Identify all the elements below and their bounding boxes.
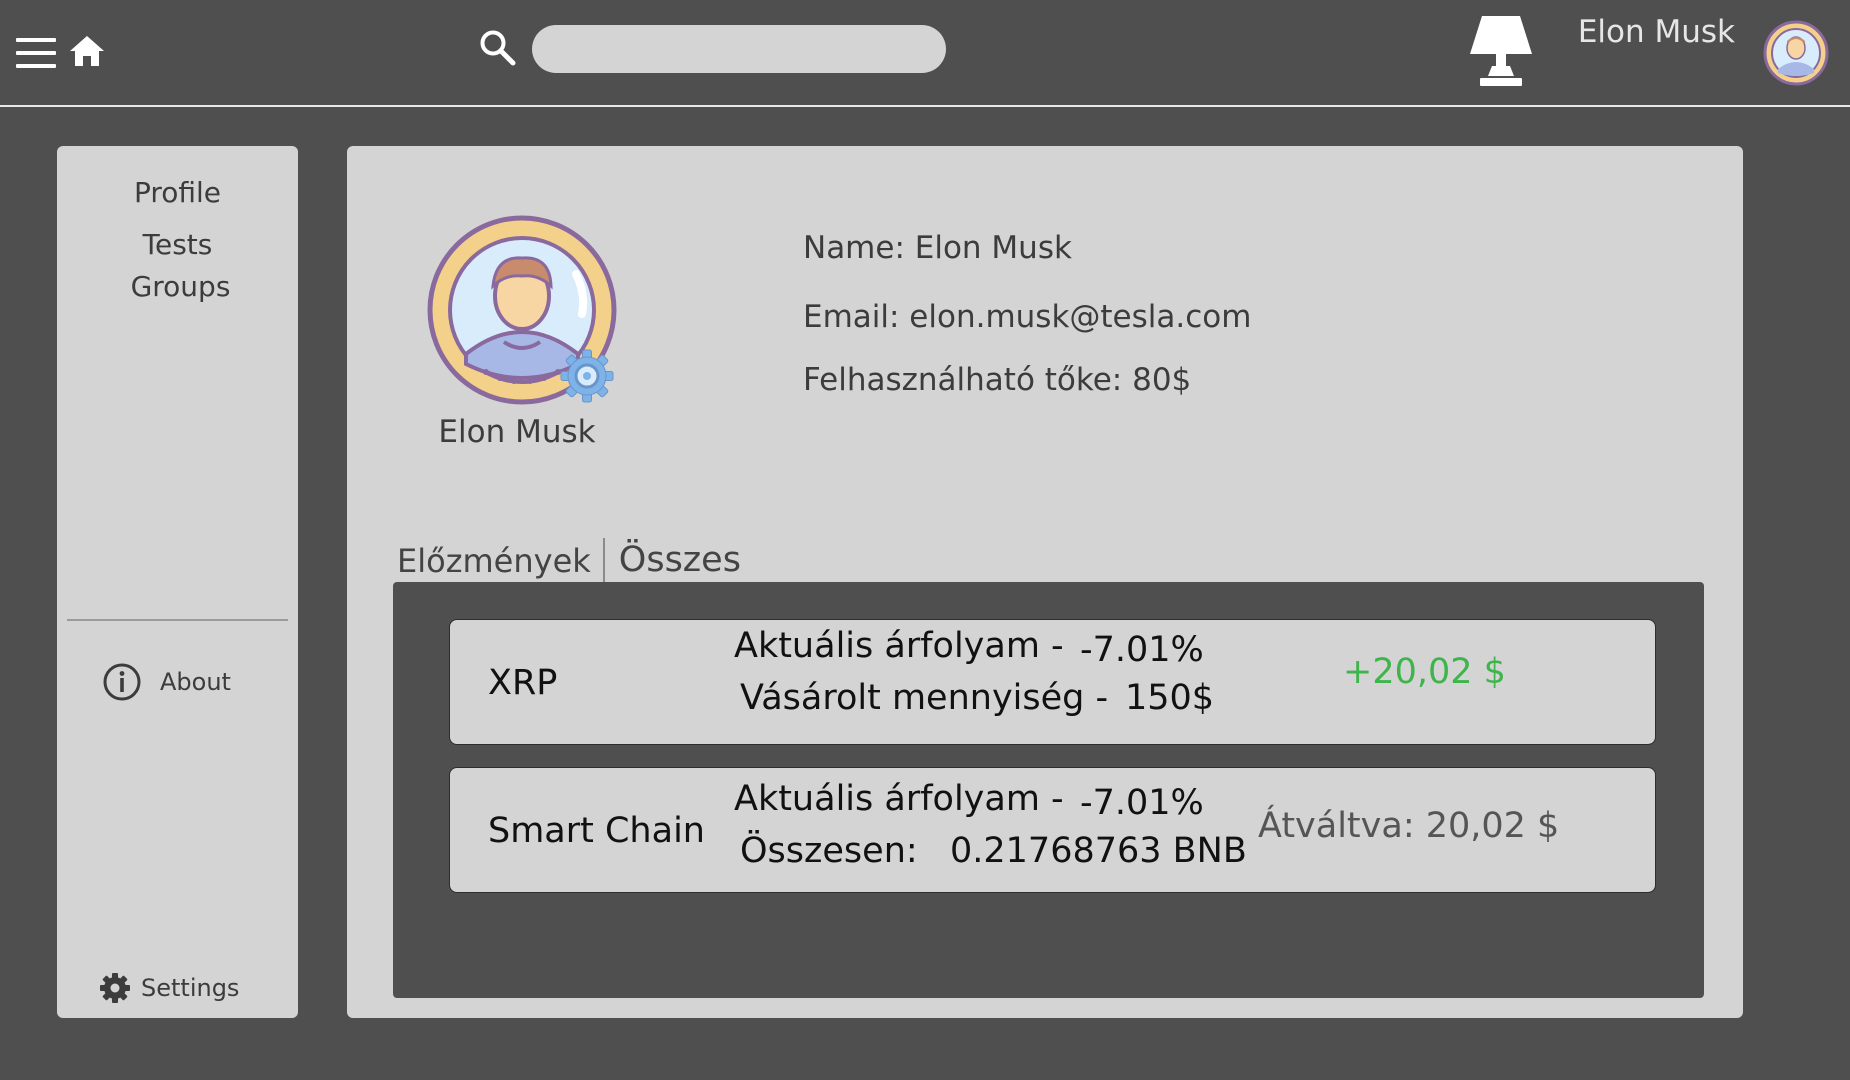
search-input[interactable] [532, 25, 946, 73]
profile-avatar-icon[interactable] [426, 214, 626, 414]
sidebar-item-profile[interactable]: Profile [57, 176, 298, 209]
converted-value: Átváltva: 20,02 $ [1258, 806, 1560, 846]
profit-value: +20,02 $ [1343, 652, 1506, 692]
top-bar: Elon Musk [0, 0, 1850, 106]
lamp-icon[interactable] [1466, 14, 1536, 88]
about-link[interactable]: About [102, 660, 231, 704]
transaction-card-xrp[interactable]: XRP Aktuális árfolyam - -7.01% Vásárolt … [449, 619, 1656, 745]
transaction-list: XRP Aktuális árfolyam - -7.01% Vásárolt … [393, 582, 1704, 998]
amount-value: 150$ [1125, 678, 1215, 718]
home-icon[interactable] [68, 34, 106, 68]
profile-email-line: Email: elon.musk@tesla.com [803, 299, 1252, 335]
search-icon[interactable] [478, 28, 518, 68]
total-value: 0.21768763 BNB [950, 831, 1247, 871]
total-label: Összesen: [740, 831, 918, 871]
sidebar-divider [67, 619, 288, 621]
sidebar-item-groups[interactable]: Groups [60, 270, 301, 303]
rate-label: Aktuális árfolyam - [734, 626, 1064, 666]
top-bar-divider [0, 105, 1850, 107]
tab-all[interactable]: Összes [619, 540, 741, 582]
asset-name: Smart Chain [488, 811, 705, 851]
user-avatar-icon[interactable] [1762, 19, 1830, 87]
current-user-name: Elon Musk [1577, 14, 1735, 50]
profile-name-line: Name: Elon Musk [803, 230, 1072, 266]
amount-label: Vásárolt mennyiség - [740, 678, 1109, 718]
profile-capital-line: Felhasználható tőke: 80$ [803, 362, 1192, 398]
gear-icon [100, 973, 130, 1003]
settings-label: Settings [141, 974, 240, 1002]
hamburger-menu-icon[interactable] [16, 38, 56, 70]
tab-history[interactable]: Előzmények [397, 542, 591, 582]
profile-panel: Elon Musk Name: Elon Musk Email: elon.mu… [347, 146, 1743, 1018]
transaction-card-smart-chain[interactable]: Smart Chain Aktuális árfolyam - -7.01% Ö… [449, 767, 1656, 893]
rate-label: Aktuális árfolyam - [734, 779, 1064, 819]
profile-display-name: Elon Musk [438, 414, 596, 450]
history-tabs: Előzmények Összes [397, 532, 741, 582]
asset-name: XRP [488, 663, 558, 703]
settings-link[interactable]: Settings [99, 968, 239, 1008]
tab-separator [602, 538, 605, 582]
rate-value: -7.01% [1080, 783, 1204, 823]
rate-value: -7.01% [1080, 630, 1204, 670]
sidebar-item-tests[interactable]: Tests [57, 228, 298, 261]
info-icon [103, 663, 141, 701]
sidebar: Profile Tests Groups About Settings [57, 146, 298, 1018]
about-label: About [160, 668, 231, 696]
